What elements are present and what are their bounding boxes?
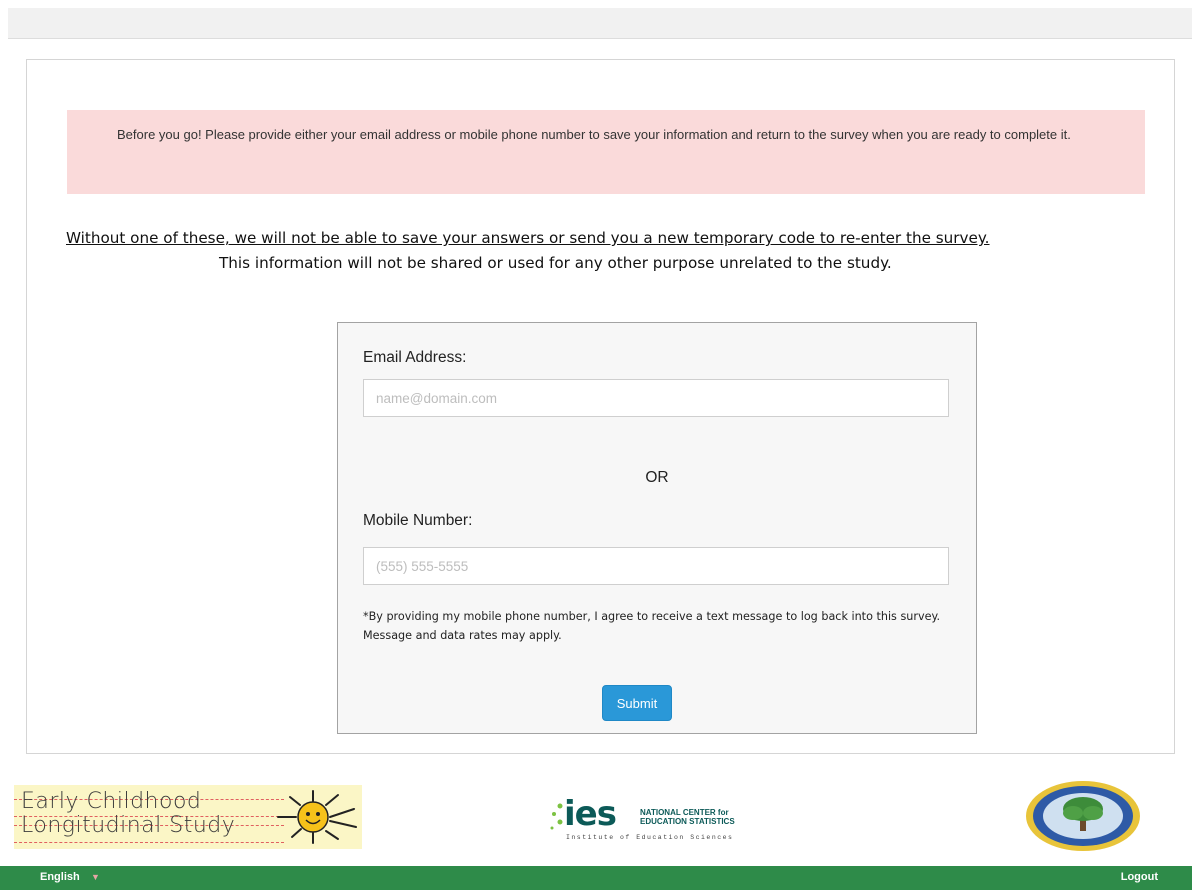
or-separator: OR: [645, 469, 669, 486]
sun-icon: [277, 790, 357, 844]
mobile-label: Mobile Number:: [363, 512, 473, 529]
ecls-logo-line-2: Longitudinal Study: [21, 813, 236, 838]
language-selector[interactable]: English: [40, 871, 80, 883]
nces-label-line-1: NATIONAL CENTER for: [640, 808, 729, 817]
footer-bar: English ▼ Logout: [0, 866, 1192, 890]
warning-line-2: This information will not be shared or u…: [219, 254, 892, 272]
chevron-down-icon[interactable]: ▼: [91, 872, 100, 882]
department-seal-icon: [1026, 781, 1140, 851]
email-label: Email Address:: [363, 349, 467, 366]
mobile-number-field[interactable]: [363, 547, 949, 585]
email-field[interactable]: [363, 379, 949, 417]
top-bar: [8, 8, 1192, 39]
contact-form: Email Address: OR Mobile Number: *By pro…: [337, 322, 977, 734]
submit-button[interactable]: Submit: [602, 685, 672, 721]
ecls-logo: Early Childhood Longitudinal Study: [14, 785, 362, 849]
nces-label: NATIONAL CENTER for EDUCATION STATISTICS: [640, 808, 735, 826]
nces-label-line-2: EDUCATION STATISTICS: [640, 817, 735, 826]
warning-line-1: Without one of these, we will not be abl…: [66, 229, 990, 247]
ies-logo-word: ies: [564, 794, 617, 834]
ecls-logo-line-1: Early Childhood: [21, 789, 202, 814]
save-alert-text: Before you go! Please provide either you…: [117, 127, 1071, 142]
ies-subtitle: Institute of Education Sciences: [566, 834, 734, 841]
logout-link[interactable]: Logout: [1121, 871, 1158, 883]
ies-dots-icon: [550, 803, 563, 830]
save-alert: Before you go! Please provide either you…: [67, 110, 1145, 194]
ies-logo: ies NATIONAL CENTER for EDUCATION STATIS…: [548, 794, 758, 844]
sms-disclaimer: *By providing my mobile phone number, I …: [363, 610, 941, 642]
